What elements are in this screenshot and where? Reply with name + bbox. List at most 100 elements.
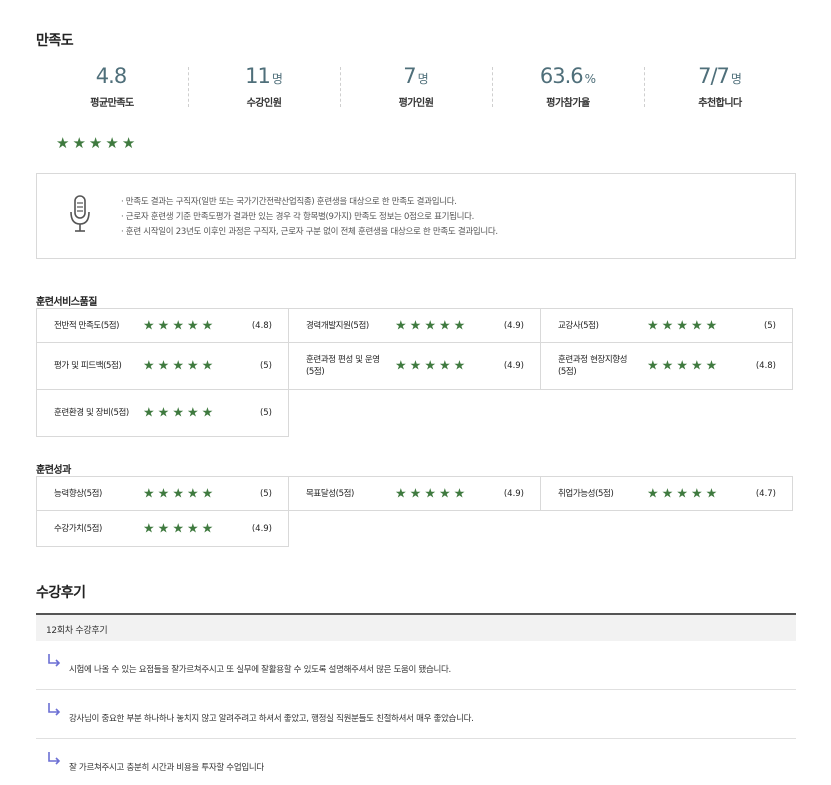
star-icon: ★ [676,486,688,501]
rating-name: 경력개발지원(5점) [306,320,369,331]
review-item: 강사님이 중요한 부분 하나하나 놓치지 않고 알려주려고 하셔서 좋았고, 행… [36,690,796,739]
star-icon: ★ [105,134,119,152]
stat-label: 평가참가율 [546,98,590,109]
rating-stars: ★ ★ ★ ★ ★ [143,360,213,373]
reply-arrow-icon [48,703,61,716]
star-icon: ★ [201,521,214,536]
star-icon: ★ [201,358,214,374]
rating-cell: 훈련과정 편성 및 운영(5점) ★ ★ ★ ★ ★ (4.9) [288,342,541,390]
rating-name: 목표달성(5점) [306,488,354,499]
star-icon: ★ [157,521,170,536]
notice-item: · 근로자 훈련생 기준 만족도평가 결과만 있는 경우 각 항목별(9가지) … [121,212,475,222]
rating-name: 능력향상(5점) [54,488,102,499]
rating-stars: ★ ★ ★ ★ ★ [143,407,213,420]
rating-name: 전반적 만족도(5점) [54,320,120,331]
rating-cell: 전반적 만족도(5점) ★ ★ ★ ★ ★ (4.8) [36,308,289,343]
review-text: 잘 가르쳐주시고 충분히 시간과 비용을 투자할 수업입니다 [69,763,264,773]
rating-name: 훈련과정 현장지향성(5점) [558,355,628,377]
rating-cell: 목표달성(5점) ★ ★ ★ ★ ★ (4.9) [288,476,541,511]
rating-stars: ★ ★ ★ ★ ★ [143,522,213,535]
star-icon: ★ [172,405,184,421]
training-outcome-title: 훈련성과 [36,465,71,476]
stat-label: 수강인원 [246,98,282,109]
star-icon: ★ [705,486,718,501]
rating-cell: 평가 및 피드백(5점) ★ ★ ★ ★ ★ (5) [36,342,289,390]
rating-score: (5) [763,320,776,331]
star-icon: ★ [157,405,170,421]
reply-arrow-icon [48,752,61,765]
star-icon: ★ [143,486,155,501]
star-icon: ★ [690,486,703,501]
stat-unit: % [584,72,597,86]
stat-participation-rate: 63.6% 평가참가율 [492,63,644,109]
star-icon: ★ [424,358,436,374]
star-icon: ★ [88,134,103,152]
notice-item: · 만족도 결과는 구직자(일반 또는 국가기간전략산업직종) 훈련생을 대상으… [121,197,457,207]
overall-star-rating: ★ ★ ★ ★ ★ [56,136,135,151]
rating-cell: 취업가능성(5점) ★ ★ ★ ★ ★ (4.7) [540,476,793,511]
stat-recommend: 7/7 명 추천합니다 [644,63,796,109]
star-icon: ★ [453,358,466,374]
stat-unit: 명 [730,72,742,86]
star-icon: ★ [201,486,214,501]
star-icon: ★ [72,134,86,152]
star-icon: ★ [661,486,674,501]
star-icon: ★ [172,318,184,333]
star-icon: ★ [453,486,466,501]
star-icon: ★ [186,521,199,536]
rating-name: 수강가치(5점) [54,523,102,534]
review-item: 잘 가르쳐주시고 충분히 시간과 비용을 투자할 수업입니다 [36,739,796,785]
rating-score: (4.9) [503,361,524,371]
star-icon: ★ [438,318,451,333]
stat-unit: 명 [417,72,429,86]
review-item: 시험에 나올 수 있는 요점들을 잘가르쳐주시고 또 실무에 잘활용할 수 있도… [36,641,796,690]
star-icon: ★ [172,358,184,374]
star-icon: ★ [186,358,199,374]
reply-arrow-icon [48,654,61,667]
star-icon: ★ [424,486,436,501]
star-icon: ★ [409,358,422,374]
rating-cell: 훈련환경 및 장비(5점) ★ ★ ★ ★ ★ (5) [36,389,289,437]
notice-list: · 만족도 결과는 구직자(일반 또는 국가기간전략산업직종) 훈련생을 대상으… [121,195,498,240]
rating-stars: ★ ★ ★ ★ ★ [395,487,465,500]
star-icon: ★ [395,358,407,374]
rating-cell: 경력개발지원(5점) ★ ★ ★ ★ ★ (4.9) [288,308,541,343]
reviews-header: 12회차 수강후기 [36,613,796,641]
rating-cell: 수강가치(5점) ★ ★ ★ ★ ★ (4.9) [36,510,289,547]
star-icon: ★ [143,521,155,536]
rating-score: (4.9) [503,488,524,499]
star-icon: ★ [395,486,407,501]
star-icon: ★ [186,486,199,501]
satisfaction-title: 만족도 [36,33,74,49]
rating-score: (4.8) [251,320,272,331]
service-quality-title: 훈련서비스품질 [36,297,97,308]
rating-name: 취업가능성(5점) [558,488,614,499]
rating-score: (5) [259,488,272,499]
rating-stars: ★ ★ ★ ★ ★ [143,319,213,332]
star-icon: ★ [661,318,674,333]
star-icon: ★ [647,318,659,333]
reviews-header-label: 12회차 수강후기 [46,626,108,636]
star-icon: ★ [121,134,136,152]
star-icon: ★ [661,358,674,374]
rating-stars: ★ ★ ★ ★ ★ [647,487,717,500]
rating-score: (4.7) [755,488,776,499]
rating-cell: 훈련과정 현장지향성(5점) ★ ★ ★ ★ ★ (4.8) [540,342,793,390]
star-icon: ★ [157,318,170,333]
star-icon: ★ [201,318,214,333]
star-icon: ★ [424,318,436,333]
rating-name: 훈련과정 편성 및 운영(5점) [306,355,380,377]
star-icon: ★ [705,318,718,333]
star-icon: ★ [453,318,466,333]
stat-value: 63.6 [539,64,584,88]
notice-box: · 만족도 결과는 구직자(일반 또는 국가기간전략산업직종) 훈련생을 대상으… [36,173,796,259]
star-icon: ★ [705,358,718,374]
stat-enrolled: 11 명 수강인원 [188,63,340,109]
star-icon: ★ [647,358,659,374]
stat-value: 7/7 [698,64,730,88]
stat-value: 11 [245,64,271,88]
rating-score: (4.9) [503,320,524,331]
star-icon: ★ [409,318,422,333]
rating-stars: ★ ★ ★ ★ ★ [647,319,717,332]
rating-stars: ★ ★ ★ ★ ★ [395,319,465,332]
